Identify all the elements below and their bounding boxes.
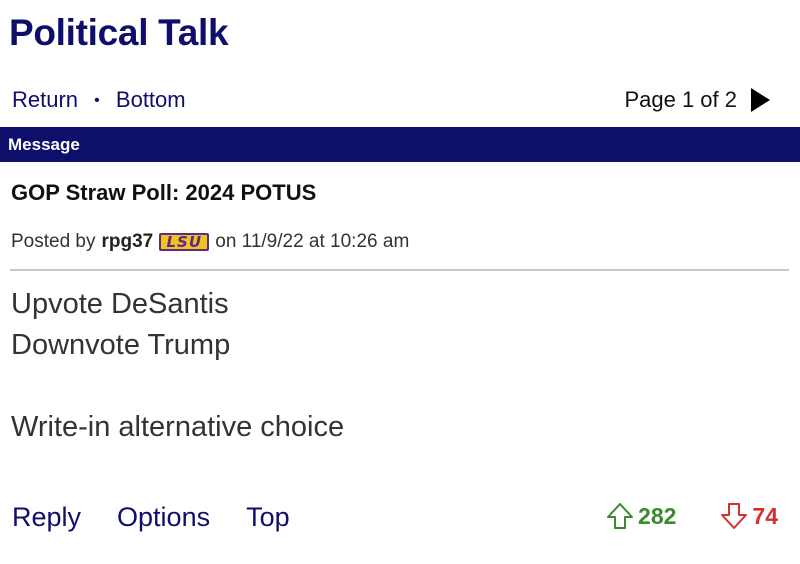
pager: Page 1 of 2: [624, 87, 770, 113]
upvote-count: 282: [638, 502, 677, 529]
options-link[interactable]: Options: [117, 502, 210, 533]
lsu-team-logo-icon: LSU: [159, 233, 210, 251]
post-title: GOP Straw Poll: 2024 POTUS: [11, 180, 317, 205]
message-header-bar: Message: [0, 127, 800, 162]
upvote-button[interactable]: 282: [606, 502, 676, 530]
divider: [10, 269, 789, 271]
next-page-arrow-icon[interactable]: [751, 88, 770, 112]
post-body: Upvote DeSantis Downvote Trump Write-in …: [11, 284, 344, 448]
downvote-arrow-icon: [721, 503, 748, 529]
post-timestamp: on 11/9/22 at 10:26 am: [215, 231, 410, 252]
reply-link[interactable]: Reply: [12, 502, 81, 533]
top-link[interactable]: Top: [246, 502, 290, 533]
bottom-link[interactable]: Bottom: [116, 87, 186, 112]
post-body-line: Upvote DeSantis: [11, 288, 229, 320]
vote-controls: 282 74: [606, 502, 778, 530]
downvote-button[interactable]: 74: [720, 502, 778, 530]
post-body-line: [11, 366, 344, 407]
nav-separator: •: [94, 92, 100, 109]
downvote-count: 74: [752, 502, 778, 529]
board-title: Political Talk: [9, 12, 229, 53]
posted-by-label: Posted by: [11, 231, 96, 252]
return-link[interactable]: Return: [12, 87, 78, 112]
nav-links: Return • Bottom: [12, 87, 186, 113]
post-body-line: Downvote Trump: [11, 329, 231, 361]
post-meta: Posted by rpg37 LSU on 11/9/22 at 10:26 …: [11, 231, 409, 253]
post-actions: Reply Options Top: [12, 502, 290, 533]
page-indicator: Page 1 of 2: [624, 87, 737, 112]
upvote-arrow-icon: [607, 503, 634, 529]
author-username[interactable]: rpg37: [102, 231, 154, 253]
post-body-line: Write-in alternative choice: [11, 411, 345, 443]
